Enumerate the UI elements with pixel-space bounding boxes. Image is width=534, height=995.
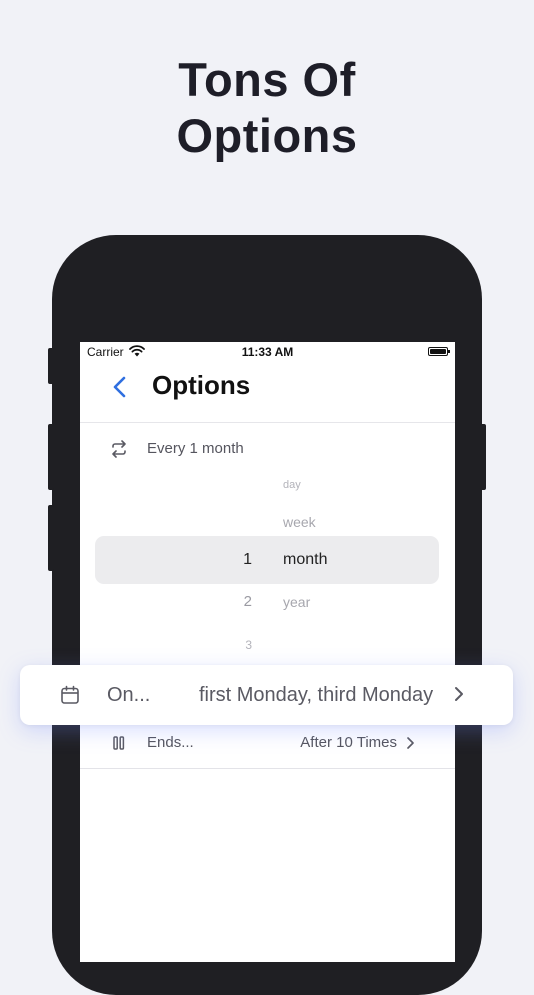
on-days-card[interactable]: On... first Monday, third Monday [20,665,513,725]
headline-line-2: Options [176,109,358,162]
ends-row[interactable]: Ends... After 10 Times [80,730,455,769]
repeat-row[interactable]: Every 1 month [80,436,455,464]
picker-unit-day[interactable]: day [283,479,301,491]
picker-number-3[interactable]: 3 [230,638,252,652]
repeat-text: Every 1 month [147,440,244,457]
chevron-right-icon [455,687,463,701]
headline: Tons Of Options [0,52,534,164]
headline-line-1: Tons Of [178,53,356,106]
repeat-icon [112,440,126,458]
volume-down-button [48,505,54,571]
picker-unit-year[interactable]: year [283,594,310,610]
battery-icon [428,347,450,356]
ends-value: After 10 Times [300,734,397,751]
nav-bar: Options [80,364,455,423]
chevron-left-icon[interactable] [110,374,130,400]
picker-number-1[interactable]: 1 [230,551,252,569]
volume-up-button [48,424,54,490]
mute-switch [48,348,54,384]
calendar-icon [61,685,79,704]
status-bar: Carrier 11:33 AM [80,342,455,362]
picker-selection-highlight [95,536,439,584]
on-label: On... [107,684,151,706]
ends-label: Ends... [147,734,194,751]
pause-icon [113,736,125,750]
picker-unit-month[interactable]: month [283,551,327,569]
page-title: Options [152,370,251,400]
app-screen: Carrier 11:33 AM Options Every 1 month d… [80,342,455,962]
power-button [480,424,486,490]
picker-number-2[interactable]: 2 [230,593,252,610]
picker-unit-week[interactable]: week [283,514,316,530]
status-time: 11:33 AM [241,345,294,359]
interval-picker[interactable]: day week 1 month 2 year 3 [80,472,455,662]
chevron-right-icon [407,737,414,749]
on-value: first Monday, third Monday [199,684,434,706]
